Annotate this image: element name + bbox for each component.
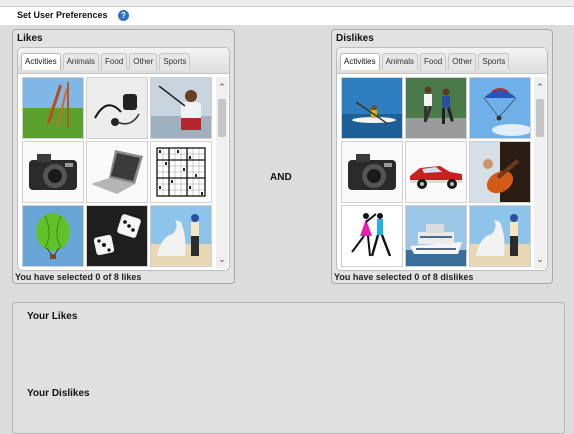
dislikes-scrollbar[interactable]: ⌃ ⌄ — [534, 77, 546, 269]
dice-icon[interactable] — [86, 205, 148, 267]
cruise-ship-icon[interactable] — [405, 205, 467, 267]
parachute-icon[interactable] — [469, 77, 531, 139]
chevron-down-icon[interactable]: ⌄ — [534, 253, 546, 265]
running-icon[interactable] — [405, 77, 467, 139]
summary-panel: Your Likes Your Dislikes — [12, 302, 565, 434]
likes-scroll-thumb[interactable] — [218, 99, 226, 137]
dislikes-image-grid — [341, 77, 537, 269]
dislikes-title: Dislikes — [336, 33, 374, 44]
page-title: Set User Preferences — [17, 10, 108, 20]
likes-status: You have selected 0 of 8 likes — [15, 272, 142, 282]
chevron-up-icon[interactable]: ⌃ — [216, 81, 228, 93]
chevron-up-icon[interactable]: ⌃ — [534, 81, 546, 93]
your-likes-label: Your Likes — [27, 311, 78, 322]
dislikes-tabbar: Activities Animals Food Other Sports — [337, 48, 547, 74]
classic-car-icon[interactable] — [405, 141, 467, 203]
and-connector: AND — [270, 172, 292, 183]
your-dislikes-label: Your Dislikes — [27, 388, 90, 399]
dislikes-tab-sports[interactable]: Sports — [478, 53, 510, 70]
likes-tab-sports[interactable]: Sports — [159, 53, 191, 70]
dancing-couple-icon[interactable] — [341, 205, 403, 267]
laptop-icon[interactable] — [86, 141, 148, 203]
hot-air-balloon-icon[interactable] — [22, 205, 84, 267]
question-circle-icon[interactable]: ? — [118, 10, 129, 21]
chevron-down-icon[interactable]: ⌄ — [216, 253, 228, 265]
horse-rider-icon[interactable] — [150, 205, 212, 267]
horse-rider-icon[interactable] — [469, 205, 531, 267]
headphones-icon[interactable] — [86, 77, 148, 139]
likes-tab-animals[interactable]: Animals — [62, 53, 100, 70]
likes-tab-food[interactable]: Food — [101, 53, 128, 70]
likes-scrollbar[interactable]: ⌃ ⌄ — [216, 77, 228, 269]
likes-panel: Likes Activities Animals Food Other Spor… — [12, 29, 235, 284]
dislikes-tab-activities[interactable]: Activities — [340, 53, 380, 70]
top-border — [0, 0, 574, 7]
page-header: Set User Preferences ? — [0, 7, 574, 25]
likes-gallery: Activities Animals Food Other Sports ⌃ ⌄ — [17, 47, 230, 271]
golf-course-icon[interactable] — [22, 77, 84, 139]
likes-tab-activities[interactable]: Activities — [21, 53, 61, 70]
camera-icon[interactable] — [341, 141, 403, 203]
dislikes-tab-other[interactable]: Other — [448, 53, 477, 70]
dislikes-tab-animals[interactable]: Animals — [381, 53, 419, 70]
guitar-icon[interactable] — [469, 141, 531, 203]
likes-tabbar: Activities Animals Food Other Sports — [18, 48, 229, 74]
fishing-icon[interactable] — [150, 77, 212, 139]
dislikes-scroll-thumb[interactable] — [536, 99, 544, 137]
likes-tab-other[interactable]: Other — [129, 53, 158, 70]
dislikes-panel: Dislikes Activities Animals Food Other S… — [331, 29, 553, 284]
kayaking-icon[interactable] — [341, 77, 403, 139]
sudoku-icon[interactable] — [150, 141, 212, 203]
likes-image-grid — [22, 77, 218, 269]
dislikes-tab-food[interactable]: Food — [420, 53, 447, 70]
camera-icon[interactable] — [22, 141, 84, 203]
dislikes-status: You have selected 0 of 8 dislikes — [334, 272, 474, 282]
likes-title: Likes — [17, 33, 43, 44]
dislikes-gallery: Activities Animals Food Other Sports ⌃ ⌄ — [336, 47, 548, 271]
